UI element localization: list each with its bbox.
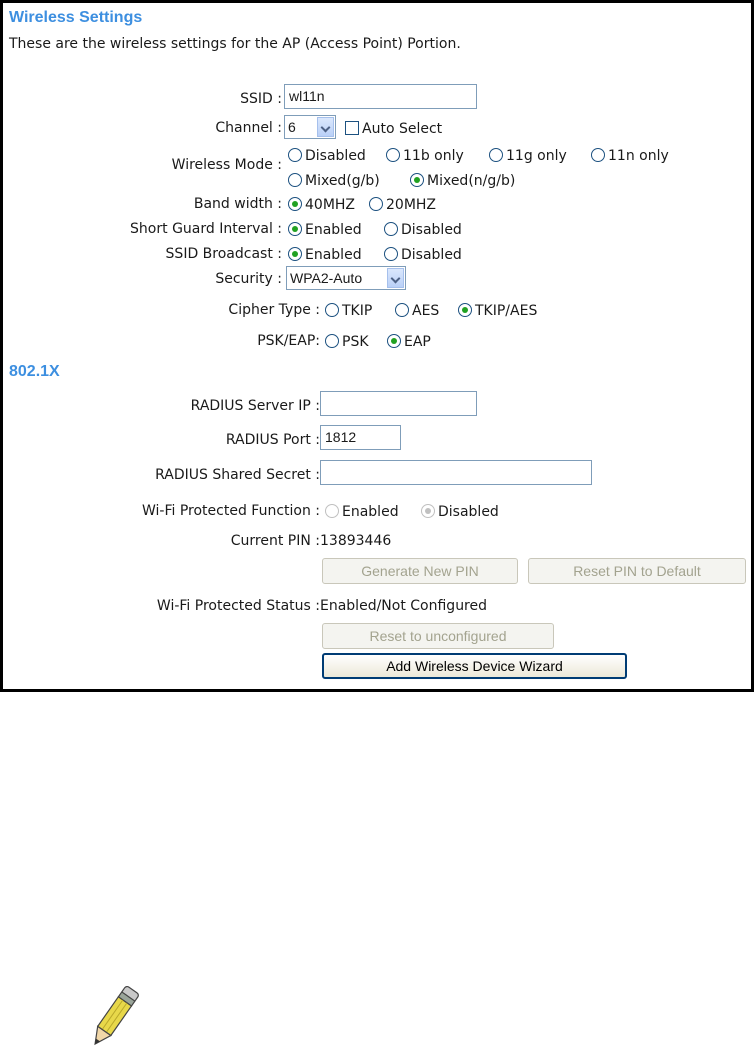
mode-11n-radio[interactable]: 11n only [591, 148, 669, 164]
radio-label: Disabled [305, 148, 366, 164]
radio-label: EAP [404, 334, 431, 350]
channel-label: Channel : [215, 120, 282, 136]
psk-radio[interactable]: PSK [325, 334, 369, 350]
radio-label: Mixed(g/b) [305, 173, 380, 189]
generate-new-pin-button[interactable]: Generate New PIN [322, 558, 518, 584]
cipher-aes-radio[interactable]: AES [395, 303, 439, 319]
cipher-type-label: Cipher Type : [228, 302, 320, 318]
mode-mixed-gb-radio[interactable]: Mixed(g/b) [288, 173, 380, 189]
radio-icon [288, 173, 302, 187]
radio-icon [325, 334, 339, 348]
radio-icon [489, 148, 503, 162]
radio-selected-icon [410, 173, 424, 187]
auto-select-label: Auto Select [362, 121, 443, 137]
radio-label: 11g only [506, 148, 567, 164]
sgi-disabled-radio[interactable]: Disabled [384, 222, 462, 238]
page-title: Wireless Settings [9, 9, 143, 26]
radio-label: AES [412, 303, 440, 319]
pencil-icon [94, 985, 139, 1046]
chevron-down-icon [317, 117, 334, 137]
radio-selected-icon [288, 222, 302, 236]
mode-11g-radio[interactable]: 11g only [489, 148, 567, 164]
section-title-8021x: 802.1X [9, 363, 60, 380]
security-label: Security : [215, 271, 282, 287]
radio-icon [395, 303, 409, 317]
channel-select[interactable]: 6 [284, 115, 336, 139]
broadcast-disabled-radio[interactable]: Disabled [384, 247, 462, 263]
radio-icon [384, 222, 398, 236]
auto-select-checkbox[interactable]: Auto Select [345, 121, 442, 137]
wps-disabled-radio[interactable]: Disabled [421, 504, 499, 520]
ssid-broadcast-label: SSID Broadcast : [165, 246, 282, 262]
radius-shared-secret-label: RADIUS Shared Secret : [155, 467, 320, 483]
radius-server-ip-input[interactable] [320, 391, 477, 416]
radio-icon [369, 197, 383, 211]
band-width-label: Band width : [193, 196, 282, 212]
radio-icon [325, 303, 339, 317]
radio-selected-icon [421, 504, 435, 518]
radio-label: 11n only [608, 148, 669, 164]
wireless-mode-label: Wireless Mode : [171, 157, 282, 173]
cipher-tkipaes-radio[interactable]: TKIP/AES [458, 303, 537, 319]
checkbox-icon [345, 121, 359, 135]
wps-enabled-radio[interactable]: Enabled [325, 504, 399, 520]
cipher-tkip-radio[interactable]: TKIP [325, 303, 372, 319]
radio-label: Disabled [401, 247, 462, 263]
chevron-down-icon [387, 268, 404, 288]
sgi-enabled-radio[interactable]: Enabled [288, 222, 362, 238]
bw-20-radio[interactable]: 20MHZ [369, 197, 436, 213]
radio-label: Mixed(n/g/b) [427, 173, 516, 189]
broadcast-enabled-radio[interactable]: Enabled [288, 247, 362, 263]
radio-label: Enabled [305, 222, 362, 238]
radio-label: Enabled [342, 504, 399, 520]
radio-label: PSK [342, 334, 369, 350]
radius-port-label: RADIUS Port : [225, 432, 320, 448]
mode-11b-radio[interactable]: 11b only [386, 148, 464, 164]
reset-pin-default-button[interactable]: Reset PIN to Default [528, 558, 746, 584]
radio-label: TKIP/AES [475, 303, 538, 319]
eap-radio[interactable]: EAP [387, 334, 431, 350]
radius-port-input[interactable]: 1812 [320, 425, 401, 450]
radio-icon [384, 247, 398, 261]
ssid-label: SSID : [240, 91, 282, 107]
current-pin-value: 13893446 [320, 533, 392, 549]
wps-function-label: Wi-Fi Protected Function : [141, 503, 320, 519]
page-description: These are the wireless settings for the … [9, 36, 461, 52]
radio-label: Enabled [305, 247, 362, 263]
bw-40-radio[interactable]: 40MHZ [288, 197, 355, 213]
radio-selected-icon [387, 334, 401, 348]
radio-label: TKIP [342, 303, 373, 319]
radio-icon [288, 148, 302, 162]
radio-selected-icon [288, 247, 302, 261]
security-value: WPA2-Auto [290, 270, 363, 286]
radio-label: Disabled [438, 504, 499, 520]
channel-value: 6 [288, 119, 296, 135]
radio-label: 20MHZ [386, 197, 437, 213]
wps-status-value: Enabled/Not Configured [320, 598, 488, 614]
radio-selected-icon [458, 303, 472, 317]
ssid-input[interactable]: wl11n [284, 84, 477, 109]
psk-eap-label: PSK/EAP: [257, 333, 320, 349]
radius-shared-secret-input[interactable] [320, 460, 592, 485]
security-select[interactable]: WPA2-Auto [286, 266, 406, 290]
radio-label: 11b only [403, 148, 464, 164]
radio-selected-icon [288, 197, 302, 211]
radio-icon [325, 504, 339, 518]
mode-disabled-radio[interactable]: Disabled [288, 148, 366, 164]
current-pin-label: Current PIN : [230, 533, 320, 549]
radius-server-ip-label: RADIUS Server IP : [190, 398, 320, 414]
radio-label: 40MHZ [305, 197, 356, 213]
wps-status-label: Wi-Fi Protected Status : [156, 598, 320, 614]
radio-icon [386, 148, 400, 162]
reset-unconfigured-button[interactable]: Reset to unconfigured [322, 623, 554, 649]
mode-mixed-ngb-radio[interactable]: Mixed(n/g/b) [410, 173, 515, 189]
add-wireless-device-wizard-button[interactable]: Add Wireless Device Wizard [322, 653, 627, 679]
wireless-settings-panel: Wireless Settings These are the wireless… [0, 0, 754, 692]
short-guard-label: Short Guard Interval : [130, 221, 282, 237]
radio-icon [591, 148, 605, 162]
radio-label: Disabled [401, 222, 462, 238]
